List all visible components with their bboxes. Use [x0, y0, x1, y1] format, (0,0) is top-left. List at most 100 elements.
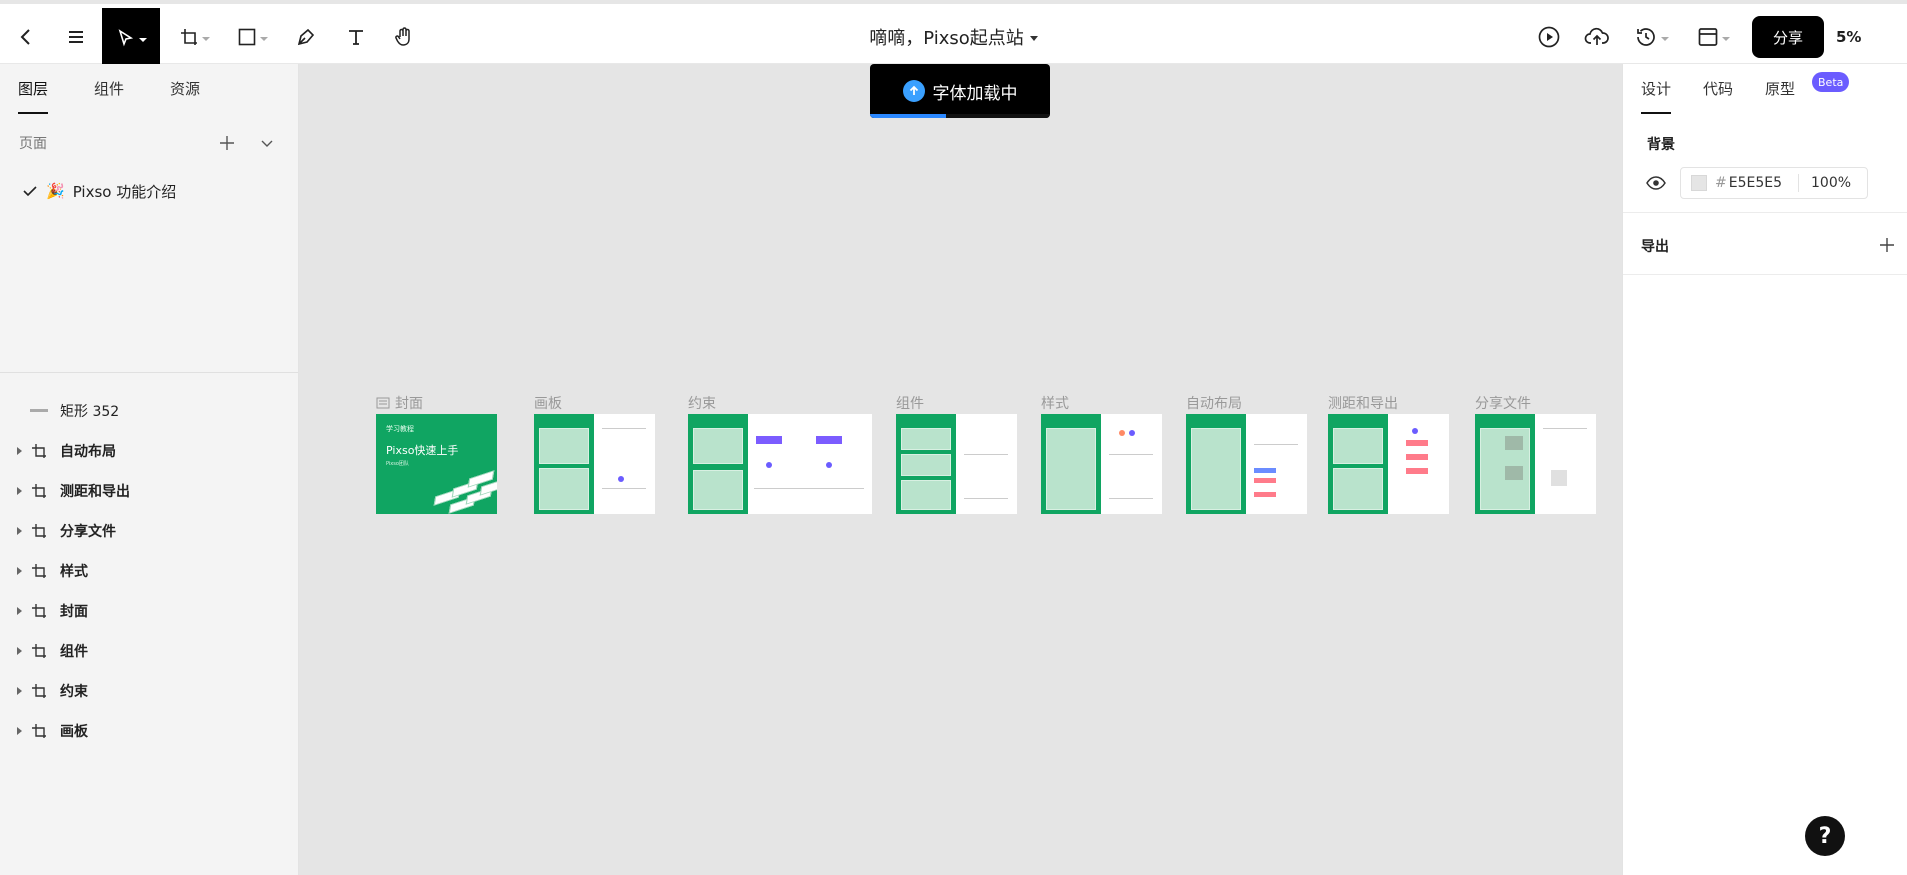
line [1109, 454, 1153, 455]
tab-prototype[interactable]: 原型 [1765, 64, 1795, 112]
frame-thumbnail [688, 414, 872, 514]
chevron-down-icon[interactable] [254, 130, 280, 156]
card [901, 454, 951, 476]
expand-triangle-icon[interactable] [17, 607, 22, 615]
image-icon [376, 397, 390, 409]
layer-name: 画板 [60, 724, 88, 740]
figure-dot [1412, 428, 1418, 434]
frame-label-text: 约束 [688, 396, 716, 412]
rectangle-tool-button[interactable] [228, 16, 276, 58]
layer-row-rectangle[interactable]: 矩形 352 [0, 391, 298, 431]
frame-icon [32, 564, 46, 578]
frame-label-text: 自动布局 [1186, 396, 1242, 412]
expand-triangle-icon[interactable] [17, 727, 22, 735]
expand-triangle-icon[interactable] [17, 487, 22, 495]
eye-icon[interactable] [1645, 172, 1667, 194]
layer-name: 封面 [60, 604, 88, 620]
card [1254, 468, 1276, 473]
color-dot [1129, 430, 1135, 436]
text-tool-button[interactable] [336, 16, 376, 58]
line [1109, 498, 1153, 499]
tab-design[interactable]: 设计 [1641, 64, 1672, 114]
frame-label: 分享文件 [1475, 393, 1531, 413]
hash-symbol: # [1715, 175, 1727, 191]
document-title-text: 嘀嘀，Pixso起点站 [869, 28, 1024, 49]
card [816, 436, 842, 444]
layer-row[interactable]: 封面 [0, 591, 298, 631]
expand-triangle-icon[interactable] [17, 687, 22, 695]
opacity-value[interactable]: 100% [1811, 175, 1851, 191]
tab-components[interactable]: 组件 [94, 64, 124, 112]
frame-label: 约束 [688, 393, 716, 413]
expand-triangle-icon[interactable] [17, 647, 22, 655]
divider [1623, 212, 1907, 213]
frame-icon [32, 484, 46, 498]
pages-label: 页面 [19, 136, 47, 152]
frame-icon [32, 604, 46, 618]
move-tool-button[interactable] [102, 8, 160, 67]
share-button[interactable]: 分享 [1752, 16, 1824, 58]
layer-row[interactable]: 自动布局 [0, 431, 298, 471]
chevron-down-icon [1721, 37, 1730, 41]
pen-tool-button[interactable] [286, 16, 326, 58]
hex-value[interactable]: E5E5E5 [1729, 175, 1782, 191]
document-title-button[interactable]: 嘀嘀，Pixso起点站 [869, 16, 1038, 58]
tab-code[interactable]: 代码 [1703, 64, 1733, 112]
card [1505, 436, 1523, 450]
frame-label: 测距和导出 [1328, 393, 1398, 413]
layout-icon[interactable] [1688, 16, 1738, 58]
play-icon[interactable] [1530, 16, 1568, 58]
color-dot [1119, 430, 1125, 436]
line [602, 488, 646, 489]
back-icon[interactable] [6, 16, 46, 58]
frame-label-text: 画板 [534, 396, 562, 412]
expand-triangle-icon[interactable] [17, 527, 22, 535]
frame-label-text: 测距和导出 [1328, 396, 1398, 412]
background-color-field[interactable]: # E5E5E5 100% [1680, 167, 1868, 199]
expand-triangle-icon[interactable] [17, 567, 22, 575]
cover-title: Pixso快速上手 [386, 444, 459, 457]
cover-subtitle: Pixso团队 [386, 461, 409, 467]
layer-row[interactable]: 分享文件 [0, 511, 298, 551]
right-tabs: 设计 代码 原型 [1623, 64, 1907, 114]
plus-icon[interactable] [1879, 237, 1895, 253]
frame-label-text: 样式 [1041, 396, 1069, 412]
expand-triangle-icon[interactable] [17, 447, 22, 455]
help-button[interactable]: ? [1805, 816, 1845, 856]
frame-icon [32, 684, 46, 698]
color-swatch[interactable] [1691, 175, 1707, 191]
card [539, 428, 589, 464]
line [964, 498, 1008, 499]
chevron-down-icon [259, 37, 268, 41]
card [1406, 440, 1428, 446]
page-item[interactable]: 🎉 Pixso 功能介绍 [22, 180, 176, 202]
frame-icon [32, 644, 46, 658]
history-icon[interactable] [1626, 16, 1676, 58]
cover-small-text: 学习教程 [386, 425, 414, 433]
hand-tool-button[interactable] [384, 16, 424, 58]
layer-row[interactable]: 组件 [0, 631, 298, 671]
plus-icon[interactable] [214, 130, 240, 156]
layer-name: 测距和导出 [60, 484, 130, 500]
layer-row[interactable]: 测距和导出 [0, 471, 298, 511]
tab-assets[interactable]: 资源 [170, 64, 200, 112]
page-emoji: 🎉 [46, 182, 65, 200]
layer-row[interactable]: 约束 [0, 671, 298, 711]
layer-row[interactable]: 样式 [0, 551, 298, 591]
frame-thumbnail [534, 414, 655, 514]
frame-tool-button[interactable] [170, 16, 218, 58]
zoom-level[interactable]: 5% [1836, 16, 1861, 58]
background-label: 背景 [1647, 137, 1675, 153]
layer-name: 约束 [60, 684, 88, 700]
right-panel: 设计 代码 原型 背景 # E5E5E5 100% 导出 [1622, 64, 1907, 875]
frame-thumbnail [896, 414, 1017, 514]
cloud-upload-icon[interactable] [1578, 16, 1616, 58]
layer-row[interactable]: 画板 [0, 711, 298, 751]
card [1505, 466, 1523, 480]
toast-label: 字体加载中 [932, 83, 1018, 104]
line [602, 428, 646, 429]
menu-icon[interactable] [56, 16, 96, 58]
card [693, 470, 743, 510]
tab-layers[interactable]: 图层 [18, 64, 49, 114]
left-tabs: 图层 组件 资源 [0, 64, 298, 114]
